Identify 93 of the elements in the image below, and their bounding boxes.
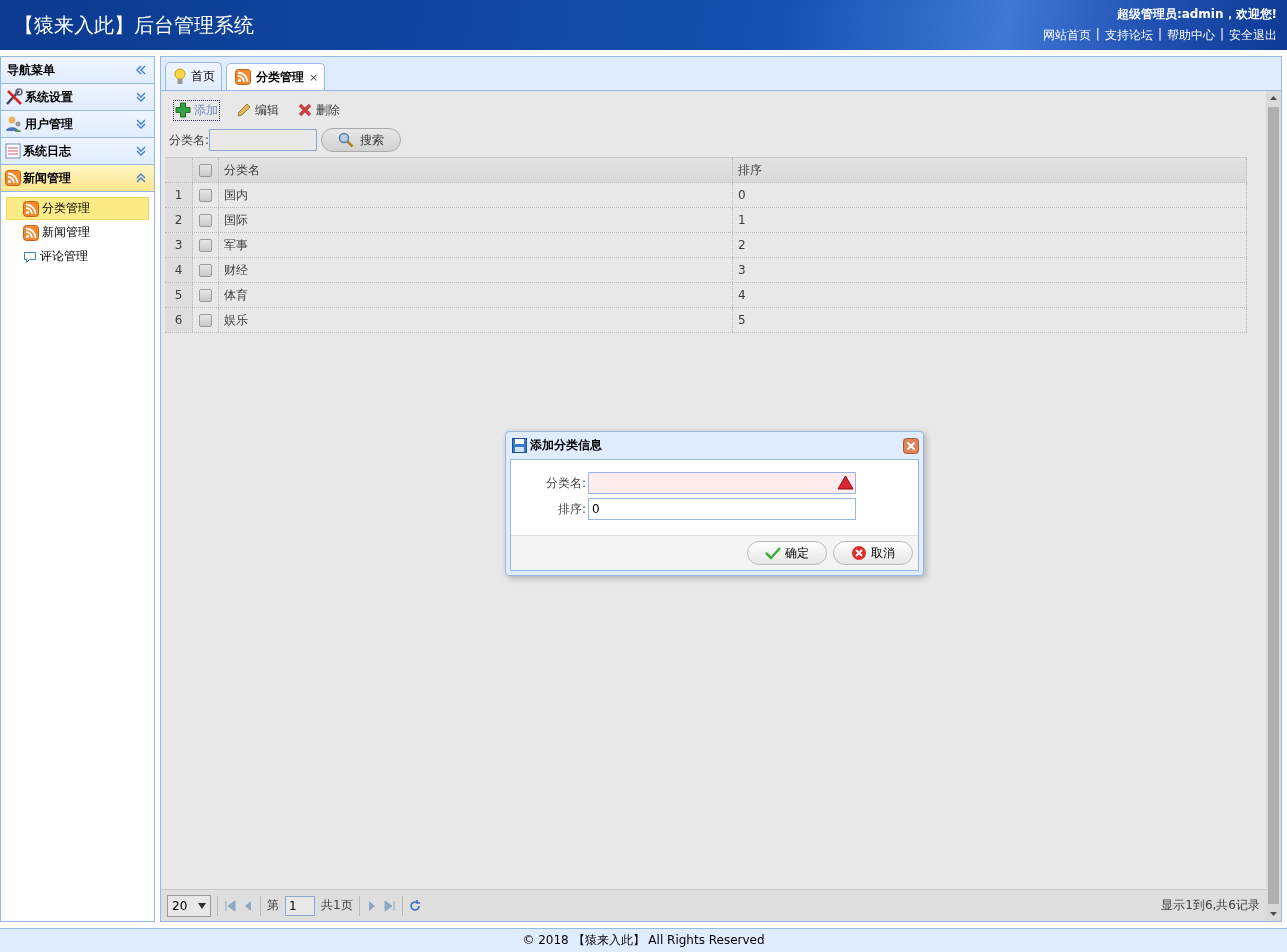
table-cell: 体育 (219, 283, 733, 307)
table-cell: 国内 (219, 183, 733, 207)
rss-icon (5, 170, 21, 186)
input-field[interactable] (588, 472, 856, 494)
accordion-header[interactable]: 系统设置 (1, 84, 154, 111)
chevron-down-icon (134, 91, 148, 103)
header-link[interactable]: 网站首页 (1042, 27, 1091, 44)
plus-icon (175, 102, 191, 118)
menu-item[interactable]: 评论管理 (6, 245, 149, 268)
tab[interactable]: 首页 (165, 62, 222, 90)
close-icon[interactable] (903, 437, 919, 454)
checkbox[interactable] (199, 288, 212, 302)
tools-icon (5, 88, 23, 106)
checkbox[interactable] (199, 263, 212, 277)
delete-icon (297, 102, 313, 118)
last-page-icon (383, 899, 396, 912)
row-number: 5 (165, 283, 193, 307)
table-cell: 国际 (219, 208, 733, 232)
page-field[interactable]: 1 (285, 895, 315, 916)
column-header[interactable]: 排序 (733, 158, 1247, 182)
row-number: 6 (165, 308, 193, 332)
checkbox[interactable] (199, 163, 212, 177)
scrollbar[interactable] (1266, 91, 1281, 921)
save-icon (512, 438, 527, 453)
chevron-up-icon (134, 172, 148, 184)
table-cell: 娱乐 (219, 308, 733, 332)
table-cell: 5 (733, 308, 1247, 332)
table-cell: 1 (733, 208, 1247, 232)
menu-item[interactable]: 分类管理 (6, 197, 149, 220)
checkbox[interactable] (199, 188, 212, 202)
header-link[interactable]: 帮助中心 (1166, 27, 1215, 44)
checkbox[interactable] (199, 238, 212, 252)
cancel-icon (851, 545, 867, 561)
accordion-header[interactable]: 用户管理 (1, 111, 154, 138)
table-cell: 4 (733, 283, 1247, 307)
column-header[interactable]: 分类名 (219, 158, 733, 182)
table-cell: 3 (733, 258, 1247, 282)
caret-icon (198, 902, 206, 909)
accordion-header[interactable]: 系统日志 (1, 138, 154, 165)
accordion-header[interactable]: 新闻管理 (1, 165, 154, 192)
welcome-text: 超级管理员:admin，欢迎您! (1116, 6, 1277, 23)
sidebar-title: 导航菜单 (7, 61, 55, 79)
toolbar-button[interactable]: 删除 (295, 99, 342, 121)
page-total: 共1页 (321, 897, 353, 914)
header-link[interactable]: 安全退出 (1229, 27, 1277, 44)
table-cell: 财经 (219, 258, 733, 282)
checkbox[interactable] (199, 313, 212, 327)
link-separator: | (1219, 27, 1224, 43)
refresh-icon (408, 899, 421, 912)
copyright-text: © 2018 【猿来入此】 All Rights Reserved (522, 932, 765, 949)
menu-item[interactable]: 新闻管理 (6, 221, 149, 244)
page-size-select[interactable]: 20 (167, 894, 211, 917)
table-cell: 2 (733, 233, 1247, 257)
pencil-icon (236, 102, 252, 118)
row-number: 3 (165, 233, 193, 257)
header-link[interactable]: 支持论坛 (1104, 27, 1153, 44)
search-button[interactable]: 搜索 (321, 128, 402, 152)
check-icon (765, 546, 781, 560)
warning-icon (837, 475, 854, 490)
field-label: 分类名: (544, 474, 587, 492)
rss-icon (23, 224, 39, 241)
link-separator: | (1095, 27, 1100, 43)
app-title: 【猿来入此】后台管理系统 (14, 11, 254, 39)
record-summary: 显示1到6,共6记录 (1161, 897, 1260, 914)
field-label: 排序: (556, 500, 587, 518)
row-number: 2 (165, 208, 193, 232)
dialog-button[interactable]: 取消 (833, 541, 913, 565)
tab[interactable]: 分类管理 × (226, 63, 326, 91)
search-field[interactable] (209, 129, 318, 151)
table-cell: 0 (733, 183, 1247, 207)
collapse-icon (134, 64, 148, 76)
first-page-icon (224, 899, 236, 912)
input-field[interactable]: 0 (588, 498, 856, 520)
dialog-button[interactable]: 确定 (747, 541, 827, 565)
checkbox[interactable] (199, 213, 212, 227)
rss-icon (235, 69, 251, 85)
dialog-title: 添加分类信息 (530, 437, 603, 454)
lightbulb-icon (174, 67, 186, 86)
toolbar-button[interactable]: 编辑 (234, 99, 281, 121)
rss-icon (23, 200, 39, 217)
users-icon (5, 115, 23, 133)
page-prefix: 第 (267, 897, 279, 914)
search-label: 分类名: (169, 131, 210, 149)
link-separator: | (1157, 27, 1162, 43)
table-cell: 军事 (219, 233, 733, 257)
chevron-down-icon (134, 118, 148, 130)
row-number: 1 (165, 183, 193, 207)
search-icon (338, 132, 355, 148)
comment-icon (23, 249, 37, 264)
row-number: 4 (165, 258, 193, 282)
close-icon[interactable]: × (309, 70, 319, 84)
log-icon (5, 143, 21, 159)
chevron-down-icon (134, 145, 148, 157)
